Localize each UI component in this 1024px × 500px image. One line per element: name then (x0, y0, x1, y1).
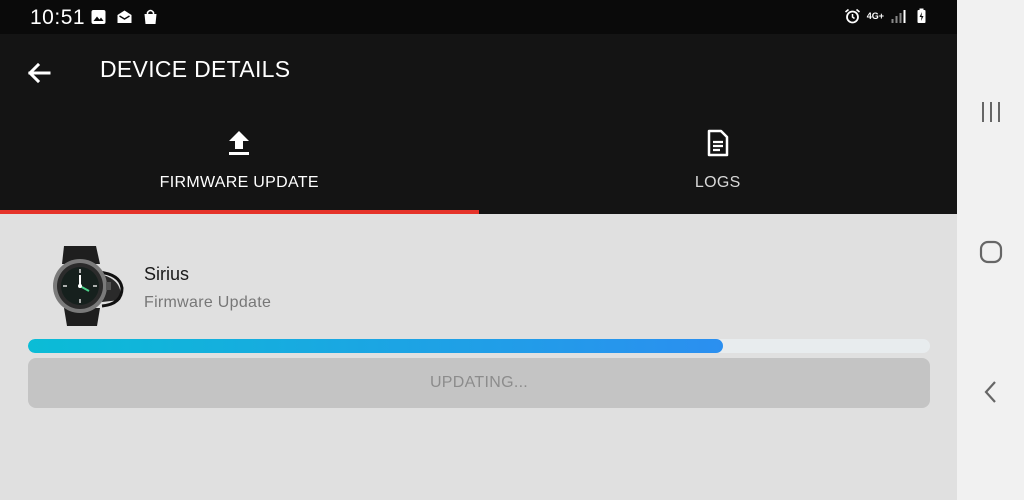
updating-button[interactable]: UPDATING... (28, 358, 930, 408)
app-screen: 10:51 4G+ DEVICE DETAILS FIRMWARE UPDATE… (0, 0, 957, 500)
gallery-icon (91, 10, 106, 24)
recent-apps-icon[interactable] (977, 98, 1005, 126)
tab-firmware-update[interactable]: FIRMWARE UPDATE (0, 118, 479, 214)
app-bar: DEVICE DETAILS FIRMWARE UPDATE LOGS (0, 34, 957, 214)
network-4g-icon: 4G+ (866, 10, 884, 21)
smartwatch-image (53, 246, 124, 326)
firmware-progress-bar (28, 339, 930, 353)
status-notification-icons (90, 9, 159, 25)
alarm-icon (844, 8, 860, 24)
status-system-icons: 4G+ (844, 8, 930, 24)
tab-bar: FIRMWARE UPDATE LOGS (0, 118, 957, 214)
shopping-bag-icon (144, 9, 157, 24)
firmware-progress-fill (28, 339, 723, 353)
mail-icon (117, 10, 132, 23)
android-nav-bar (957, 0, 1024, 500)
signal-icon (891, 10, 906, 23)
upload-icon (229, 131, 250, 155)
tab-firmware-update-label: FIRMWARE UPDATE (159, 174, 319, 191)
device-row: Sirius Firmware Update (40, 244, 900, 328)
arrow-left-icon[interactable] (24, 58, 54, 88)
device-subtitle: Firmware Update (144, 294, 272, 311)
status-time: 10:51 (30, 6, 86, 29)
tab-logs-label: LOGS (694, 174, 741, 191)
home-icon[interactable] (977, 238, 1005, 266)
tab-logs[interactable]: LOGS (479, 118, 958, 214)
status-bar: 10:51 4G+ (0, 0, 957, 34)
page-title: DEVICE DETAILS (100, 56, 291, 82)
back-icon[interactable] (977, 378, 1005, 406)
document-icon (707, 129, 728, 157)
device-name: Sirius (144, 264, 190, 284)
tab-indicator (0, 210, 479, 214)
battery-charging-icon (917, 8, 926, 23)
